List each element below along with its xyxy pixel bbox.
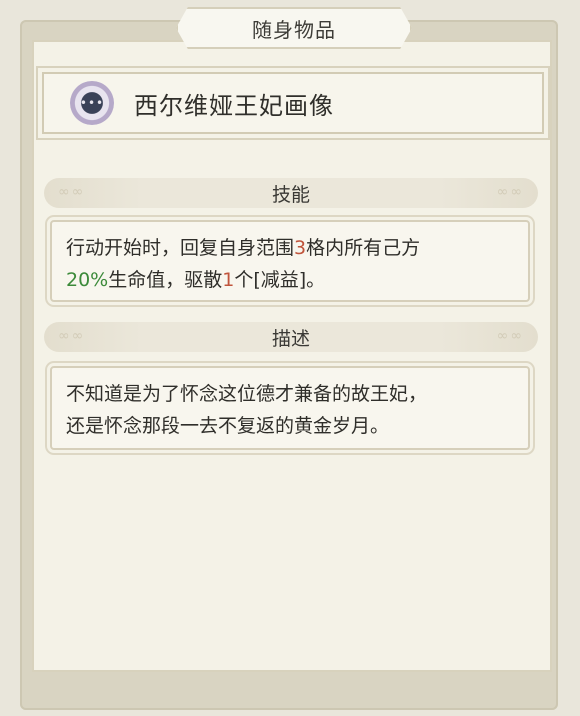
skill-range-value: 3 xyxy=(294,237,307,259)
skill-heal-value: 20% xyxy=(66,269,109,291)
item-header: ••• 西尔维娅王妃画像 xyxy=(42,72,544,134)
ornament-left-icon: ∞∞ xyxy=(58,328,86,344)
skill-dispel-value: 1 xyxy=(222,269,235,291)
ornament-right-icon: ∞∞ xyxy=(496,328,524,344)
tooltip-panel xyxy=(32,40,552,672)
skill-header-label: 技能 xyxy=(271,183,310,206)
orb-dots-icon: ••• xyxy=(79,96,105,110)
skill-text-2: 格内所有己方 xyxy=(306,237,421,259)
portrait-orb-icon: ••• xyxy=(70,81,114,125)
panel-title: 随身物品 xyxy=(176,7,412,49)
ornament-right-icon: ∞∞ xyxy=(496,184,524,200)
ornament-left-icon: ∞∞ xyxy=(58,184,86,200)
skill-description: 行动开始时，回复自身范围3格内所有己方 20%生命值，驱散1个[减益]。 xyxy=(50,220,530,302)
skill-text-4: 个[减益]。 xyxy=(234,269,326,291)
panel-title-text: 随身物品 xyxy=(252,17,336,42)
skill-text-1: 行动开始时，回复自身范围 xyxy=(66,237,295,259)
item-name: 西尔维娅王妃画像 xyxy=(134,91,334,120)
lore-line-2: 还是怀念那段一去不复返的黄金岁月。 xyxy=(66,415,390,437)
description-section-header: ∞∞ 描述 ∞∞ xyxy=(44,322,538,352)
lore-line-1: 不知道是为了怀念这位德才兼备的故王妃， xyxy=(66,383,428,405)
description-header-label: 描述 xyxy=(271,327,310,350)
lore-description: 不知道是为了怀念这位德才兼备的故王妃， 还是怀念那段一去不复返的黄金岁月。 xyxy=(50,366,530,450)
skill-section-header: ∞∞ 技能 ∞∞ xyxy=(44,178,538,208)
skill-text-3: 生命值，驱散 xyxy=(108,269,223,291)
